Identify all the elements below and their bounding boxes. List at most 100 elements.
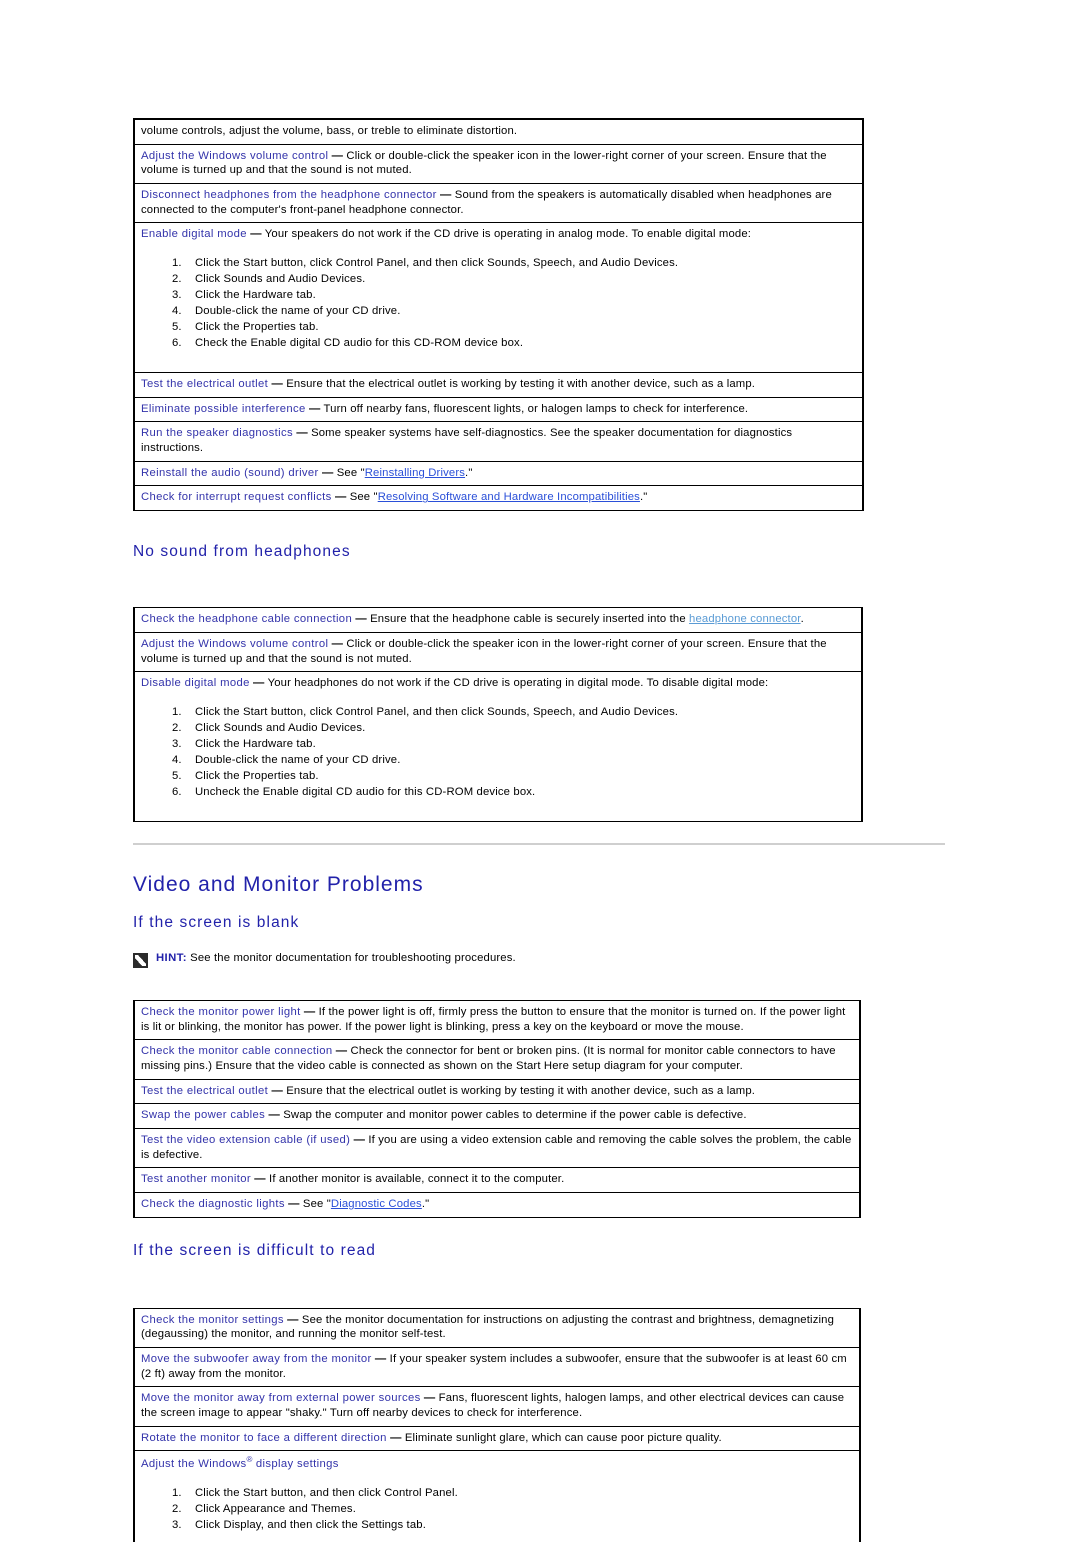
tip-body-after: ." xyxy=(465,466,473,479)
document-content: volume controls, adjust the volume, bass… xyxy=(133,117,945,1542)
tip-lead: Test the electrical outlet xyxy=(141,1084,269,1097)
tip-lead: Reinstall the audio (sound) driver xyxy=(141,466,319,479)
tip-dash: — xyxy=(271,378,283,391)
tip-body-before: See " xyxy=(302,1197,331,1210)
tip-body: Ensure that the electrical outlet is wor… xyxy=(286,378,756,391)
table-row: Test the electrical outlet — Ensure that… xyxy=(133,1078,861,1105)
heading-if-the-screen-is-difficult-to-read: If the screen is difficult to read xyxy=(133,1241,377,1259)
tip-body-after: . xyxy=(800,613,804,626)
tip-dash: — xyxy=(390,1431,402,1444)
tip-lead: Disable digital mode xyxy=(141,677,250,690)
table-row: Rotate the monitor to face a different d… xyxy=(133,1425,861,1452)
tip-lead: Check the monitor cable connection xyxy=(141,1045,333,1058)
tip-lead: Test the electrical outlet xyxy=(141,378,269,391)
tip-lead: Enable digital mode xyxy=(141,228,247,241)
row-text: volume controls, adjust the volume, bass… xyxy=(141,125,518,137)
list-item: Click the Start button, and then click C… xyxy=(185,1486,853,1501)
table-row: Test another monitor — If another monito… xyxy=(133,1167,861,1193)
procedure-list: Click the Start button, and then click C… xyxy=(141,1486,853,1533)
tip-lead-windows-display-settings: Adjust the Windows® display settings xyxy=(141,1455,339,1470)
table-row: Test the electrical outlet — Ensure that… xyxy=(133,372,864,398)
heading-no-sound-from-headphones: No sound from headphones xyxy=(133,543,351,561)
tip-dash: — xyxy=(440,189,452,202)
table-row: Disable digital mode — Your headphones d… xyxy=(133,671,863,822)
tip-dash: — xyxy=(335,1045,348,1058)
tip-lead: Swap the power cables xyxy=(141,1109,266,1122)
tip-body: If another monitor is available, connect… xyxy=(269,1173,565,1186)
tip-body-after: ." xyxy=(421,1197,430,1210)
list-item: Click Sounds and Audio Devices. xyxy=(185,272,856,287)
table-row: Swap the power cables — Swap the compute… xyxy=(133,1103,861,1129)
tip-lead: Disconnect headphones from the headphone… xyxy=(141,189,437,202)
procedure-list: Click the Start button, click Control Pa… xyxy=(141,705,855,800)
tip-dash: — xyxy=(296,427,308,440)
table-row: Disconnect headphones from the headphone… xyxy=(133,183,864,224)
list-item: Double-click the name of your CD drive. xyxy=(185,753,855,768)
list-item: Uncheck the Enable digital CD audio for … xyxy=(185,785,855,800)
tip-body: Ensure that the electrical outlet is wor… xyxy=(286,1084,756,1097)
tip-lead: Check for interrupt request conflicts xyxy=(141,491,332,504)
table-row: Test the video extension cable (if used)… xyxy=(133,1127,861,1169)
table-row: Check the headphone cable connection — E… xyxy=(133,607,863,633)
heading-if-the-screen-is-blank: If the screen is blank xyxy=(133,913,300,931)
tip-body: Turn off nearby fans, fluorescent lights… xyxy=(323,402,749,415)
difficult-to-read-troubleshooting-table: Check the monitor settings — See the mon… xyxy=(133,1307,861,1542)
tip-body-before: Ensure that the headphone cable is secur… xyxy=(370,613,690,626)
hint-text: See the monitor documentation for troubl… xyxy=(190,951,516,964)
list-item: Click the Properties tab. xyxy=(185,769,855,784)
tip-lead: Check the headphone cable connection xyxy=(141,613,353,626)
tip-lead: Check the diagnostic lights xyxy=(141,1197,285,1210)
list-item: Click Sounds and Audio Devices. xyxy=(185,721,855,736)
procedure-list: Click the Start button, click Control Pa… xyxy=(141,256,856,351)
list-item: Check the Enable digital CD audio for th… xyxy=(185,336,856,351)
link-headphone-connector[interactable]: headphone connector xyxy=(689,613,801,625)
list-item: Click Display, and then click the Settin… xyxy=(185,1518,853,1533)
link-resolving-software-hardware-incompatibilities[interactable]: Resolving Software and Hardware Incompat… xyxy=(378,491,640,503)
table-row: Adjust the Windows volume control — Clic… xyxy=(133,631,863,673)
tip-body-before: See " xyxy=(349,491,378,504)
tip-body: Swap the computer and monitor power cabl… xyxy=(283,1109,747,1122)
tip-body: Your speakers do not work if the CD driv… xyxy=(264,228,752,241)
list-item: Click the Hardware tab. xyxy=(185,737,855,752)
tip-dash: — xyxy=(321,466,334,479)
tip-lead: Rotate the monitor to face a different d… xyxy=(141,1431,387,1444)
heading-video-and-monitor-problems: Video and Monitor Problems xyxy=(133,872,424,896)
table-row: Check for interrupt request conflicts — … xyxy=(133,485,864,512)
tip-dash: — xyxy=(423,1392,436,1405)
tip-lead: Run the speaker diagnostics xyxy=(141,427,294,440)
tip-dash: — xyxy=(374,1353,387,1365)
tip-dash: — xyxy=(303,1005,316,1018)
table-row: Adjust the Windows volume control — Clic… xyxy=(133,143,864,185)
table-row: Check the diagnostic lights — See "Diagn… xyxy=(133,1191,861,1218)
tip-lead: Check the monitor power light xyxy=(141,1005,301,1018)
document-page: volume controls, adjust the volume, bass… xyxy=(0,0,1080,1542)
tip-body: Your headphones do not work if the CD dr… xyxy=(267,677,769,690)
tip-dash: — xyxy=(334,491,347,504)
table-row: Enable digital mode — Your speakers do n… xyxy=(133,222,864,374)
table-row: Run the speaker diagnostics — Some speak… xyxy=(133,421,864,462)
table-row: Check the monitor power light — If the p… xyxy=(133,999,861,1041)
hint-label: HINT: xyxy=(156,951,187,964)
hint-pencil-icon xyxy=(133,952,148,968)
list-item: Click the Properties tab. xyxy=(185,320,856,335)
tip-dash: — xyxy=(309,402,321,415)
link-diagnostic-codes[interactable]: Diagnostic Codes xyxy=(331,1198,422,1210)
tip-lead: Test the video extension cable (if used) xyxy=(141,1133,351,1146)
tip-dash: — xyxy=(331,149,344,162)
list-item: Click the Start button, click Control Pa… xyxy=(185,705,855,720)
tip-dash: — xyxy=(268,1109,280,1122)
headphones-troubleshooting-table: Check the headphone cable connection — E… xyxy=(133,607,863,822)
tip-dash: — xyxy=(353,1133,366,1146)
table-row: Check the monitor cable connection — Che… xyxy=(133,1039,861,1080)
table-row: Move the monitor away from external powe… xyxy=(133,1386,861,1427)
table-row: Adjust the Windows® display settings Cli… xyxy=(133,1450,861,1542)
table-row: Reinstall the audio (sound) driver — See… xyxy=(133,460,864,487)
list-item: Double-click the name of your CD drive. xyxy=(185,304,856,319)
tip-lead: Adjust the Windows volume control xyxy=(141,637,329,650)
link-reinstalling-drivers[interactable]: Reinstalling Drivers xyxy=(365,467,465,479)
tip-lead: Move the subwoofer away from the monitor xyxy=(141,1353,372,1365)
tip-body-before: See " xyxy=(336,466,365,479)
tip-body: Eliminate sunlight glare, which can caus… xyxy=(404,1431,722,1444)
tip-dash: — xyxy=(271,1084,283,1097)
tip-dash: — xyxy=(287,1313,299,1326)
